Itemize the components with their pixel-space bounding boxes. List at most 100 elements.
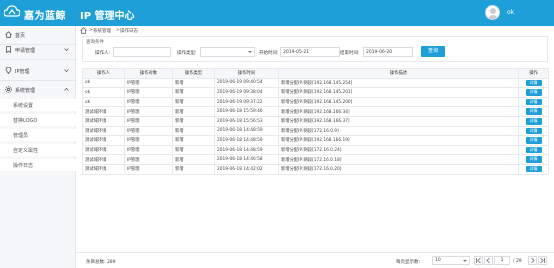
cell-type: 新增 — [172, 154, 215, 165]
chevron-left-icon — [486, 257, 490, 264]
cell-object: IP管理 — [124, 87, 173, 98]
end-time-value: 2019-06-20 — [366, 50, 393, 55]
cell-time: 2019-06-19 09:40:54 — [214, 77, 279, 89]
operator-input[interactable] — [113, 47, 171, 57]
cell-type: 新增 — [172, 144, 215, 156]
cell-object: IP管理 — [124, 115, 173, 127]
cell-time: 2019-06-18 14:48:59 — [214, 135, 279, 146]
cell-type: 新增 — [172, 77, 215, 89]
sidebar-item-apply[interactable]: 申请管理 — [0, 41, 76, 59]
log-table: 操作人 操作对象 操作类型 操作时间 操作描述 操作 ok IP管理 新增 2019-… — [82, 68, 549, 175]
detail-button[interactable]: 详情 — [525, 165, 542, 173]
detail-button[interactable]: 详情 — [525, 89, 542, 96]
detail-button[interactable]: 详情 — [525, 127, 542, 135]
page-total: / 29 — [513, 259, 522, 264]
detail-button[interactable]: 详情 — [525, 118, 542, 125]
cell-desc: 新增分配IP:网段[172.16.0.9] — [278, 125, 519, 137]
table-row: 测试域环境 IP管理 新增 2019-06-18 14:48:59 新增分配IP:网段[… — [82, 135, 549, 146]
breadcrumb-parent[interactable]: 系统管理 — [93, 28, 111, 34]
sidebar-subitem-custom-attr[interactable]: 自定义属性 — [0, 144, 76, 156]
page-size-select[interactable]: 10 — [432, 256, 470, 265]
cell-object: IP管理 — [124, 96, 173, 108]
query-button[interactable]: 查询 — [421, 46, 445, 57]
sidebar-subitem-admin[interactable]: 管理员 — [0, 129, 76, 141]
caret-down-icon — [463, 260, 467, 262]
sidebar-item-system[interactable]: 系统管理 — [0, 81, 76, 99]
table-row: 测试域环境 IP管理 新增 2019-06-18 14:42:02 新增分配IP:网段[… — [82, 163, 549, 175]
cell-type: 新增 — [172, 115, 215, 127]
sidebar-subitem-oplog[interactable]: 操作日志 — [0, 159, 76, 171]
total-count: 条目总数: 289 — [86, 260, 116, 265]
sidebar-item-ip[interactable]: IP管理 — [0, 62, 76, 80]
bookmark-icon — [6, 46, 11, 53]
panel-title: 查询条件 — [86, 40, 104, 45]
page-size-value: 10 — [435, 258, 441, 263]
header-desc: 操作描述 — [278, 68, 519, 79]
type-select[interactable] — [200, 47, 255, 57]
detail-button[interactable]: 详情 — [525, 108, 542, 115]
sidebar-subitem-logo[interactable]: 替换LOGO — [0, 114, 76, 126]
cell-desc: 新增分配IP:网段[172.16.0.24] — [278, 144, 519, 156]
caret-down-icon — [248, 51, 252, 53]
table-row: ok IP管理 新增 2019-06-19 09:40:54 新增分配IP:网段[192… — [82, 77, 549, 89]
sidebar-subitem-label: 替换LOGO — [13, 118, 38, 124]
page-number-input[interactable]: 1 — [494, 256, 510, 265]
sidebar-item-label: 系统管理 — [15, 88, 36, 94]
start-time-input[interactable]: 2019-05-21 — [280, 47, 340, 57]
cell-time: 2019-06-18 15:56:53 — [214, 115, 279, 127]
detail-button[interactable]: 详情 — [525, 146, 542, 154]
top-header: 嘉为蓝鲸 IP 管理中心 ok — [0, 0, 554, 26]
sidebar: 首页 申请管理 IP管理 系统管理 系统设置 替换LOGO 管理员 自定义属性 … — [0, 26, 76, 268]
app-title: IP 管理中心 — [80, 11, 135, 22]
home-icon[interactable] — [80, 27, 87, 34]
cell-object: IP管理 — [124, 144, 173, 156]
detail-button[interactable]: 详情 — [525, 79, 542, 87]
cell-object: IP管理 — [124, 154, 173, 165]
pin-icon — [5, 67, 12, 74]
cell-desc: 新增分配IP:网段[192.168.166.19] — [278, 135, 519, 146]
cell-type: 新增 — [172, 135, 215, 146]
table-row: 测试域环境 IP管理 新增 2019-06-18 15:59:46 新增分配IP:网段[… — [82, 106, 549, 117]
user-avatar[interactable] — [485, 5, 500, 20]
search-panel: 查询条件 操作人: 操作类型: 开始时间: 2019-05-21 结束时间: 2… — [82, 36, 548, 62]
detail-button[interactable]: 详情 — [525, 137, 542, 144]
cell-object: IP管理 — [124, 125, 173, 137]
end-time-label: 结束时间: — [340, 51, 360, 56]
username[interactable]: ok — [507, 9, 514, 16]
header-action: 操作 — [518, 68, 549, 79]
cell-operator: 测试域环境 — [82, 106, 125, 117]
sidebar-subitem-settings[interactable]: 系统设置 — [0, 99, 76, 111]
cloud-logo-icon[interactable] — [4, 5, 20, 18]
prev-page-button[interactable] — [484, 256, 493, 265]
first-page-button[interactable] — [474, 256, 483, 265]
table-row: ok IP管理 新增 2019-06-19 09:37:22 新增分配IP:网段[192… — [82, 96, 549, 108]
cell-time: 2019-06-19 09:38:04 — [214, 87, 279, 98]
chevron-up-icon — [64, 87, 69, 91]
cell-time: 2019-06-19 09:37:22 — [214, 96, 279, 108]
divider — [0, 59, 76, 60]
sidebar-subitem-label: 管理员 — [13, 133, 29, 139]
last-page-button[interactable] — [538, 256, 547, 265]
detail-button[interactable]: 详情 — [525, 98, 542, 106]
cell-type: 新增 — [172, 87, 215, 98]
table-row: 测试域环境 IP管理 新增 2019-06-18 15:56:53 新增分配IP:网段[… — [82, 115, 549, 127]
cell-desc: 新增分配IP:网段[192.168.166.37] — [278, 115, 519, 127]
logo-text[interactable]: 嘉为蓝鲸 — [24, 7, 66, 22]
pagination-bar: 条目总数: 289 每页显示数: 10 1 / 29 — [76, 252, 554, 268]
cell-desc: 新增分配IP:网段[192.168.145.201] — [278, 87, 519, 98]
last-page-icon — [540, 257, 545, 264]
cell-operator: ok — [82, 96, 125, 108]
cell-operator: 测试域环境 — [82, 115, 125, 127]
end-time-input[interactable]: 2019-06-20 — [363, 47, 413, 57]
cell-operator: 测试域环境 — [82, 125, 125, 137]
detail-button[interactable]: 详情 — [525, 156, 542, 163]
sidebar-item-label: 首页 — [15, 33, 26, 39]
cell-desc: 新增分配IP:网段[192.168.166.34] — [278, 106, 519, 117]
cell-type: 新增 — [172, 125, 215, 137]
cell-type: 新增 — [172, 106, 215, 117]
header-object: 操作对象 — [124, 68, 173, 79]
table-header-row: 操作人 操作对象 操作类型 操作时间 操作描述 操作 — [82, 68, 549, 79]
next-page-button[interactable] — [528, 256, 537, 265]
sidebar-subitem-label: 系统设置 — [13, 103, 34, 109]
first-page-icon — [476, 257, 481, 264]
